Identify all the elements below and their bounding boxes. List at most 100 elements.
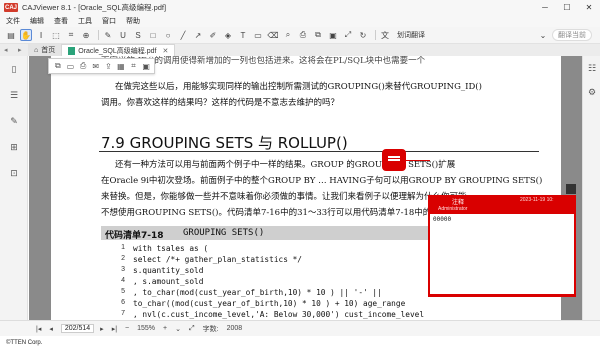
translate-label[interactable]: 划词翻译 bbox=[397, 30, 425, 40]
code-line-number: 7 bbox=[121, 310, 125, 317]
thumbnails-icon[interactable]: ▯ bbox=[0, 56, 28, 82]
underline-icon[interactable]: U bbox=[117, 29, 129, 41]
page-number-input[interactable]: 202/514 bbox=[60, 324, 95, 333]
note-connector-line bbox=[406, 160, 430, 161]
menu-bar: 文件 编辑 查看 工具 窗口 帮助 bbox=[0, 15, 600, 27]
code-line-number: 2 bbox=[121, 255, 125, 262]
listing-title: GROUPING SETS() bbox=[183, 228, 265, 238]
prev-page-icon[interactable]: ◂ bbox=[49, 325, 53, 333]
window-controls: ─ ☐ ✕ bbox=[534, 0, 600, 15]
note-popup-body[interactable] bbox=[430, 214, 574, 294]
pdf-file-icon bbox=[68, 46, 76, 55]
sidebar-toggle-icon[interactable]: ▤ bbox=[5, 29, 17, 41]
stamp-icon[interactable]: ◈ bbox=[222, 29, 234, 41]
attachments-icon[interactable]: ⊡ bbox=[0, 160, 28, 186]
properties-icon[interactable]: ☷ bbox=[583, 56, 600, 80]
window-title: CAJViewer 8.1 - [Oracle_SQL高级编程.pdf] bbox=[22, 3, 167, 12]
ocr-icon[interactable]: ▣ bbox=[327, 29, 339, 41]
annotations-list-icon[interactable]: ✎ bbox=[0, 108, 28, 134]
tab-document[interactable]: Oracle_SQL高级编程.pdf ✕ bbox=[61, 44, 176, 56]
zoom-in-icon[interactable]: ⊕ bbox=[80, 29, 92, 41]
print-icon[interactable]: ⎙ bbox=[78, 61, 88, 71]
toolbar-divider bbox=[98, 30, 99, 40]
crop-icon[interactable]: ⌗ bbox=[129, 61, 139, 71]
minimize-button[interactable]: ─ bbox=[534, 0, 556, 15]
note-popup-title: 注释 bbox=[452, 200, 465, 206]
home-icon: ⌂ bbox=[34, 46, 39, 54]
first-page-icon[interactable]: |◂ bbox=[36, 325, 41, 333]
code-line: s.quantity_sold bbox=[133, 266, 204, 275]
tab-bar: ◂ ▸ ⌂ 首页 Oracle_SQL高级编程.pdf ✕ bbox=[0, 44, 600, 56]
toolbar-divider bbox=[375, 30, 376, 40]
text-box-icon[interactable]: T bbox=[237, 29, 249, 41]
eraser-icon[interactable]: ⌫ bbox=[267, 29, 279, 41]
bookmarks-icon[interactable]: ☰ bbox=[0, 82, 28, 108]
zoom-out-icon[interactable]: − bbox=[125, 325, 129, 332]
page-text-line: 在做完这些以后，用能够实现同样的输出控制所需测试的GROUPING()来替代GR… bbox=[115, 82, 482, 92]
hand-tool-icon[interactable]: ✋ bbox=[20, 29, 32, 41]
pen-icon[interactable]: ✐ bbox=[207, 29, 219, 41]
zoom-dropdown-icon[interactable]: ⌄ bbox=[175, 325, 181, 333]
email-icon[interactable]: ✉ bbox=[91, 61, 101, 71]
arrow-icon[interactable]: ↗ bbox=[192, 29, 204, 41]
code-line-number: 1 bbox=[121, 244, 125, 251]
note-popup-text[interactable]: 00000 bbox=[433, 216, 451, 223]
snapshot-icon[interactable]: ⌗ bbox=[65, 29, 77, 41]
fit-icon[interactable]: ⤢ bbox=[189, 325, 195, 333]
region-select-icon[interactable]: ⬚ bbox=[50, 29, 62, 41]
copy-icon[interactable]: ⧉ bbox=[312, 29, 324, 41]
code-line-number: 6 bbox=[121, 299, 125, 306]
note-icon[interactable]: ▭ bbox=[252, 29, 264, 41]
zoom-in-icon[interactable]: + bbox=[163, 325, 167, 332]
code-line: with tsales as ( bbox=[133, 244, 209, 253]
search-icon[interactable]: ⌕ bbox=[282, 29, 294, 41]
toolbar-right: ⌄ 翻译当前 bbox=[537, 29, 592, 41]
strikeout-icon[interactable]: S bbox=[132, 29, 144, 41]
note-annotation-marker[interactable] bbox=[382, 149, 406, 171]
rectangle-icon[interactable]: □ bbox=[147, 29, 159, 41]
fit-page-icon[interactable]: ⤢ bbox=[342, 29, 354, 41]
translate-current-label: 翻译当前 bbox=[558, 32, 586, 39]
share-icon[interactable]: ⇪ bbox=[104, 61, 114, 71]
save-icon[interactable]: ▭ bbox=[66, 61, 76, 71]
print-icon[interactable]: ⎙ bbox=[297, 29, 309, 41]
title-bar: CAJ CAJViewer 8.1 - [Oracle_SQL高级编程.pdf]… bbox=[0, 0, 600, 15]
tab-scroll-right-icon[interactable]: ▸ bbox=[18, 46, 28, 54]
code-line: , nvl(c.cust_income_level,'A: Below 30,0… bbox=[133, 310, 425, 319]
left-sidebar: ▯ ☰ ✎ ⊞ ⊡ bbox=[0, 56, 28, 320]
heading-rule bbox=[99, 151, 539, 152]
zoom-level[interactable]: 155% bbox=[137, 325, 155, 332]
menu-edit[interactable]: 编辑 bbox=[30, 16, 44, 26]
maximize-button[interactable]: ☐ bbox=[556, 0, 578, 15]
last-page-icon[interactable]: ▸| bbox=[112, 325, 117, 333]
menu-view[interactable]: 查看 bbox=[54, 16, 68, 26]
line-icon[interactable]: ╱ bbox=[177, 29, 189, 41]
note-popup-author: Administrator bbox=[438, 206, 468, 212]
menu-help[interactable]: 帮助 bbox=[126, 16, 140, 26]
tab-scroll-left-icon[interactable]: ◂ bbox=[4, 46, 14, 54]
translate-current-button[interactable]: 翻译当前 bbox=[552, 29, 592, 41]
tab-close-icon[interactable]: ✕ bbox=[162, 47, 168, 55]
qr-code-icon[interactable]: ▦ bbox=[116, 61, 126, 71]
menu-tools[interactable]: 工具 bbox=[78, 16, 92, 26]
ocr-icon[interactable]: ▣ bbox=[141, 61, 151, 71]
settings-icon[interactable]: ⚙ bbox=[583, 80, 600, 104]
highlight-icon[interactable]: ✎ bbox=[102, 29, 114, 41]
more-icon[interactable]: ⌄ bbox=[537, 29, 549, 41]
tab-document-label: Oracle_SQL高级编程.pdf bbox=[78, 47, 157, 55]
page-text-line: 在Oracle 9i中初次登场。前面例子中的整个GROUP BY … HAVIN… bbox=[101, 176, 543, 186]
tab-home[interactable]: ⌂ 首页 bbox=[28, 44, 62, 56]
ellipse-icon[interactable]: ○ bbox=[162, 29, 174, 41]
toolbar: ▤ ✋ Ⅰ ⬚ ⌗ ⊕ ✎ U S □ ○ ╱ ↗ ✐ ◈ T ▭ ⌫ ⌕ ⎙ … bbox=[0, 27, 600, 44]
copy-icon[interactable]: ⧉ bbox=[53, 61, 63, 71]
select-text-icon[interactable]: Ⅰ bbox=[35, 29, 47, 41]
menu-window[interactable]: 窗口 bbox=[102, 16, 116, 26]
rotate-icon[interactable]: ↻ bbox=[357, 29, 369, 41]
close-button[interactable]: ✕ bbox=[578, 0, 600, 15]
code-line: , s.amount_sold bbox=[133, 277, 204, 286]
translate-icon[interactable]: 文 bbox=[379, 29, 391, 41]
code-line-number: 5 bbox=[121, 288, 125, 295]
next-page-icon[interactable]: ▸ bbox=[100, 325, 104, 333]
menu-file[interactable]: 文件 bbox=[6, 16, 20, 26]
outline-icon[interactable]: ⊞ bbox=[0, 134, 28, 160]
